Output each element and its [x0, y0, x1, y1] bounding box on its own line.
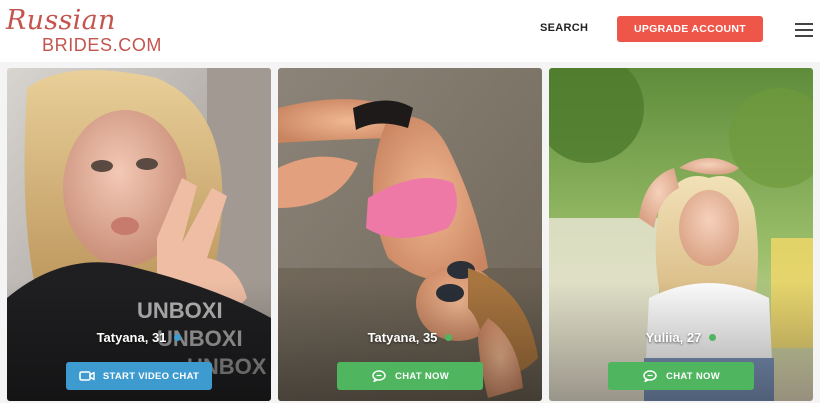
- site-header: Russian BRIDES.COM SEARCH UPGRADE ACCOUN…: [0, 0, 820, 62]
- search-link[interactable]: SEARCH: [540, 22, 588, 34]
- chat-now-button[interactable]: CHAT NOW: [337, 362, 483, 390]
- chat-bubble-icon: [372, 370, 386, 382]
- logo-script-text: Russian: [6, 5, 116, 36]
- upgrade-account-button[interactable]: UPGRADE ACCOUNT: [617, 16, 763, 42]
- video-camera-icon: [79, 371, 95, 381]
- profile-name-row: Tatyana, 31: [7, 330, 271, 345]
- profile-name: Tatyana, 35: [367, 330, 438, 345]
- button-label: CHAT NOW: [395, 370, 449, 382]
- online-status-dot: [445, 334, 453, 341]
- start-video-chat-button[interactable]: START VIDEO CHAT: [66, 362, 212, 390]
- profile-card[interactable]: Tatyana, 35 CHAT NOW: [278, 68, 542, 401]
- profile-name: Yuliia, 27: [645, 330, 702, 345]
- profile-name-row: Yuliia, 27: [549, 330, 813, 345]
- profile-name: Tatyana, 31: [96, 330, 167, 345]
- button-label: CHAT NOW: [666, 370, 720, 382]
- profile-cards-grid: UNBOXI UNBOXI UNBOX Tatyana, 31 START VI…: [0, 62, 820, 403]
- logo-domain-text: BRIDES.COM: [42, 35, 163, 55]
- chat-now-button[interactable]: CHAT NOW: [608, 362, 754, 390]
- online-status-dot: [174, 334, 182, 341]
- chat-bubble-icon: [643, 370, 657, 382]
- hamburger-menu-icon[interactable]: [795, 23, 813, 37]
- button-label: START VIDEO CHAT: [102, 370, 200, 382]
- online-status-dot: [709, 334, 717, 341]
- profile-card[interactable]: UNBOXI UNBOXI UNBOX Tatyana, 31 START VI…: [7, 68, 271, 401]
- profile-name-row: Tatyana, 35: [278, 330, 542, 345]
- profile-card[interactable]: Yuliia, 27 CHAT NOW: [549, 68, 813, 401]
- site-logo[interactable]: Russian BRIDES.COM: [6, 5, 176, 57]
